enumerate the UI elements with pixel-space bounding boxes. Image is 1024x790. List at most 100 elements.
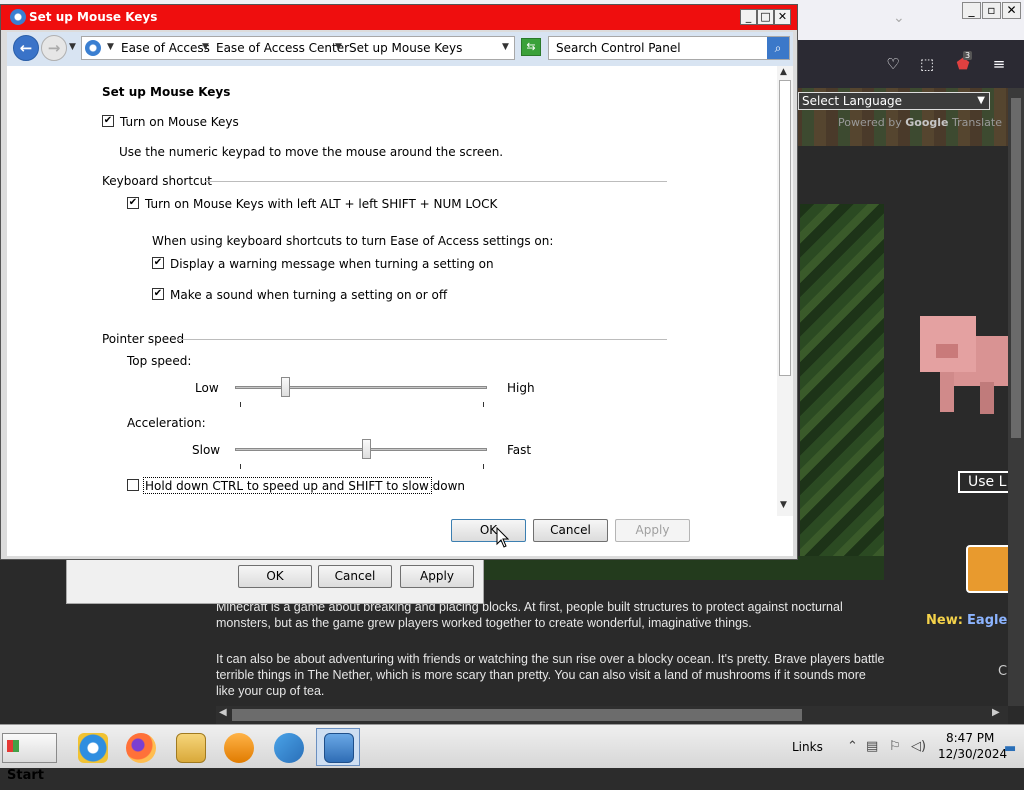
- slider-tick: [483, 402, 484, 407]
- page-heading: Set up Mouse Keys: [102, 85, 231, 99]
- dialog-button-bar: OK Cancel Apply: [7, 516, 793, 556]
- acceleration-slider-thumb[interactable]: [361, 439, 371, 459]
- control-panel-icon: [10, 9, 26, 25]
- clock-time[interactable]: 8:47 PM: [946, 731, 994, 745]
- firefox-taskbar-icon[interactable]: [118, 728, 162, 766]
- breadcrumb-ease-of-access[interactable]: Ease of Access: [121, 41, 210, 55]
- turn-on-mouse-keys-checkbox[interactable]: ✔: [102, 115, 114, 127]
- dialog-vertical-scrollbar[interactable]: ▲ ▼: [777, 66, 793, 516]
- ok-button[interactable]: OK: [451, 519, 526, 542]
- group-divider: [177, 339, 667, 340]
- refresh-icon[interactable]: ⇆: [521, 38, 541, 56]
- address-dropdown-icon[interactable]: ▼: [502, 42, 509, 52]
- scrollbar-thumb[interactable]: [779, 80, 791, 376]
- pointer-speed-group-label: Pointer speed: [102, 332, 185, 346]
- browser-close-button[interactable]: ✕: [1002, 2, 1021, 19]
- display-warning-checkbox[interactable]: ✔: [152, 257, 164, 269]
- scroll-up-icon[interactable]: ▲: [780, 67, 787, 77]
- media-player-taskbar-icon[interactable]: [216, 728, 260, 766]
- address-bar-row: ← → ▼ ▼ Ease of Access ▼ Ease of Access …: [7, 32, 793, 66]
- mouse-cursor-icon: [496, 527, 510, 548]
- windows-logo-icon: [7, 740, 19, 752]
- close-button[interactable]: ✕: [774, 9, 791, 25]
- internet-explorer-taskbar-icon[interactable]: [70, 728, 114, 766]
- turn-on-shortcut-checkbox[interactable]: ✔: [127, 197, 139, 209]
- keyboard-shortcut-group-label: Keyboard shortcut: [102, 174, 212, 188]
- file-explorer-taskbar-icon[interactable]: [168, 728, 212, 766]
- clock-date[interactable]: 12/30/2024: [938, 747, 1007, 761]
- address-bar[interactable]: ▼ Ease of Access ▼ Ease of Access Center…: [81, 36, 515, 60]
- mouse-keys-description: Use the numeric keypad to move the mouse…: [119, 145, 504, 159]
- show-hidden-icons-icon[interactable]: ⌃: [847, 739, 858, 754]
- tab-list-chevron-icon[interactable]: ⌄: [893, 10, 905, 26]
- back-arrow-icon[interactable]: ←: [13, 35, 39, 61]
- when-using-shortcuts-text: When using keyboard shortcuts to turn Ea…: [152, 234, 554, 248]
- dialog-title-bar[interactable]: Set up Mouse Keys _ □ ✕: [1, 5, 797, 30]
- pocket-icon[interactable]: ♡: [882, 53, 904, 75]
- top-speed-label: Top speed:: [127, 354, 192, 368]
- slider-tick: [240, 402, 241, 407]
- dialog-content: Set up Mouse Keys ✔ Turn on Mouse Keys U…: [7, 66, 793, 516]
- page-vertical-scrollbar[interactable]: [1008, 88, 1024, 706]
- search-icon[interactable]: ⌕: [767, 37, 789, 59]
- browser-minimize-button[interactable]: _: [962, 2, 981, 19]
- browser-restore-button[interactable]: ▫: [982, 2, 1001, 19]
- behind-cancel-button[interactable]: Cancel: [318, 565, 392, 588]
- scroll-down-icon[interactable]: ▼: [780, 500, 787, 510]
- hold-ctrl-label[interactable]: Hold down CTRL to speed up and SHIFT to …: [145, 479, 465, 493]
- recent-pages-chevron-icon[interactable]: ▼: [69, 42, 76, 52]
- volume-icon[interactable]: ◁): [911, 739, 926, 754]
- search-placeholder: Search Control Panel: [556, 41, 681, 55]
- forward-arrow-icon[interactable]: →: [41, 35, 67, 61]
- extension-badge: 3: [963, 51, 973, 60]
- top-speed-min-label: Low: [195, 381, 219, 395]
- notification-icon[interactable]: ▬: [1004, 741, 1016, 756]
- breadcrumb-chevron-icon[interactable]: ▼: [335, 42, 342, 52]
- search-input[interactable]: Search Control Panel ⌕: [548, 36, 790, 60]
- control-panel-icon: [85, 40, 101, 56]
- select-language-label: Select Language: [802, 94, 903, 108]
- start-button[interactable]: Start: [2, 733, 57, 783]
- powered-by-google-translate[interactable]: Powered by Google Translate: [838, 116, 1002, 129]
- action-center-flag-icon[interactable]: ⚐: [889, 739, 901, 754]
- top-speed-slider-thumb[interactable]: [280, 377, 290, 397]
- acceleration-min-label: Slow: [192, 443, 221, 457]
- extensions-icon[interactable]: ⬚: [916, 53, 938, 75]
- maximize-button[interactable]: □: [757, 9, 774, 25]
- minecraft-pig-image: [920, 316, 1010, 414]
- slider-tick: [240, 464, 241, 469]
- select-language-dropdown[interactable]: Select Language ▼: [798, 92, 990, 110]
- taskbar: Start Links ⌃ ▤ ⚐ ◁) 8:47 PM 12/30/2024 …: [0, 724, 1024, 783]
- links-toolbar[interactable]: Links: [792, 740, 823, 754]
- make-sound-checkbox[interactable]: ✔: [152, 288, 164, 300]
- control-panel-taskbar-icon[interactable]: [266, 728, 310, 766]
- hold-ctrl-checkbox[interactable]: [127, 479, 139, 491]
- breadcrumb-set-up-mouse-keys[interactable]: Set up Mouse Keys: [349, 41, 462, 55]
- scroll-right-icon[interactable]: ▶: [992, 707, 1000, 718]
- behind-apply-button[interactable]: Apply: [400, 565, 474, 588]
- scroll-left-icon[interactable]: ◀: [219, 707, 227, 718]
- network-icon[interactable]: ▤: [866, 739, 878, 754]
- mouse-properties-dialog-behind: OK Cancel Apply: [66, 556, 484, 604]
- make-sound-label[interactable]: Make a sound when turning a setting on o…: [170, 288, 447, 302]
- cancel-button[interactable]: Cancel: [533, 519, 608, 542]
- acceleration-label: Acceleration:: [127, 416, 206, 430]
- minecraft-scene-image: [800, 204, 884, 580]
- breadcrumb-chevron-icon[interactable]: ▼: [107, 42, 114, 52]
- breadcrumb-ease-of-access-center[interactable]: Ease of Access Center: [216, 41, 349, 55]
- menu-icon[interactable]: ≡: [988, 53, 1010, 75]
- top-speed-max-label: High: [507, 381, 535, 395]
- apply-button[interactable]: Apply: [615, 519, 690, 542]
- turn-on-shortcut-label[interactable]: Turn on Mouse Keys with left ALT + left …: [145, 197, 497, 211]
- group-divider: [205, 181, 667, 182]
- top-speed-slider[interactable]: [235, 386, 487, 389]
- turn-on-mouse-keys-label[interactable]: Turn on Mouse Keys: [120, 115, 239, 129]
- page-horizontal-scrollbar[interactable]: ◀ ▶: [216, 706, 1008, 724]
- set-up-mouse-keys-window: Set up Mouse Keys _ □ ✕ ← → ▼ ▼ Ease of …: [0, 4, 798, 560]
- display-warning-label[interactable]: Display a warning message when turning a…: [170, 257, 494, 271]
- breadcrumb-chevron-icon[interactable]: ▼: [202, 42, 209, 52]
- minimize-button[interactable]: _: [740, 9, 757, 25]
- dialog-title: Set up Mouse Keys: [29, 10, 158, 24]
- behind-ok-button[interactable]: OK: [238, 565, 312, 588]
- control-panel-window-taskbar-icon[interactable]: [316, 728, 360, 766]
